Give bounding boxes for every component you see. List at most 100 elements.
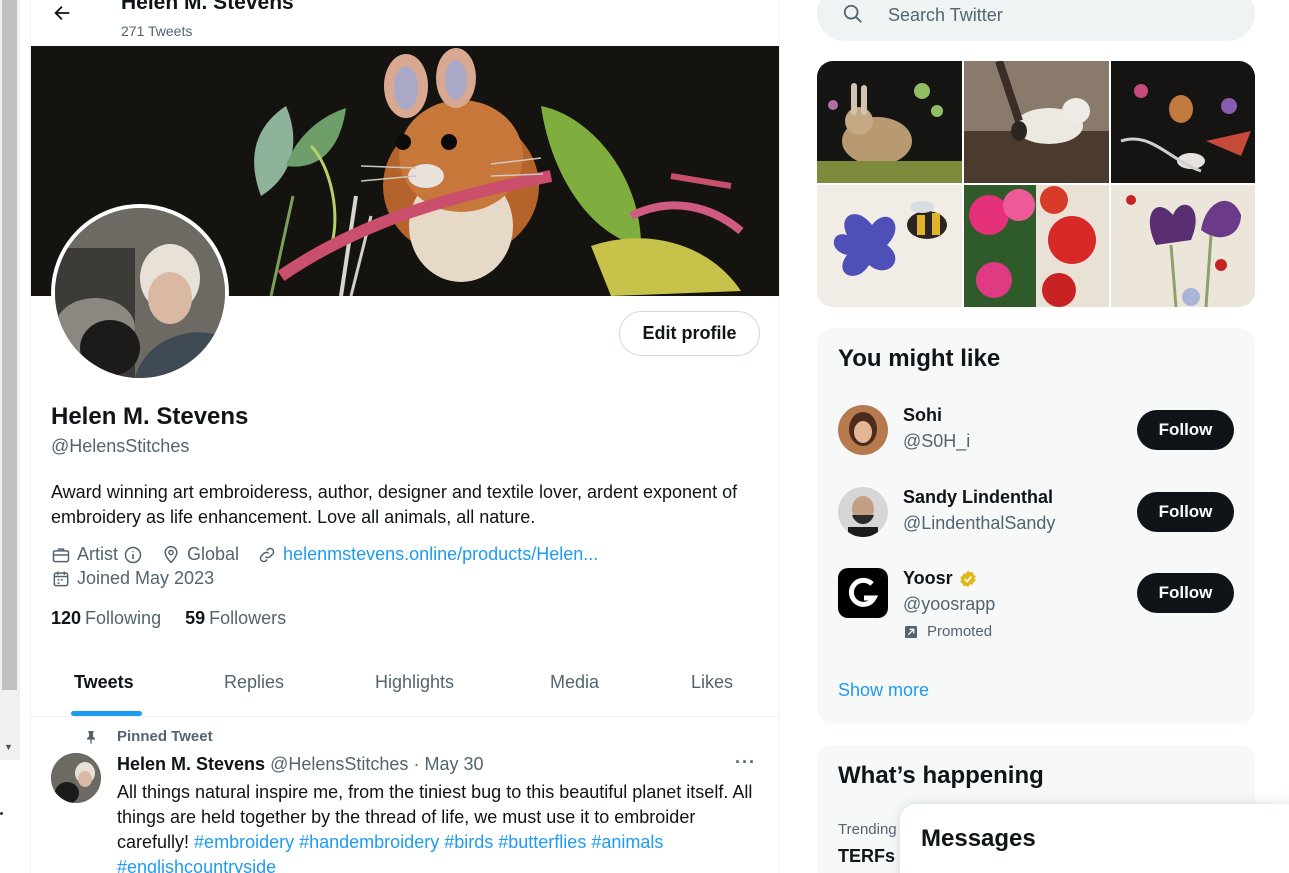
profile-meta-row: Artist Global helenmstevens.online/produ… — [51, 544, 616, 565]
suggested-account[interactable]: Yoosr @yoosrapp Follow Promoted — [817, 568, 1255, 658]
avatar[interactable] — [838, 568, 888, 618]
search-bar[interactable]: Search Twitter — [817, 0, 1255, 41]
sandy-avatar-image — [838, 487, 888, 537]
tweet-avatar-photo — [51, 753, 101, 803]
tab-tweets[interactable]: Tweets — [74, 672, 134, 693]
edge-dot — [0, 812, 3, 815]
tweet-date[interactable]: May 30 — [424, 754, 483, 774]
messages-title: Messages — [921, 825, 1036, 852]
profile-location: Global — [161, 544, 239, 565]
tweet-author-handle[interactable]: @HelensStitches — [270, 754, 408, 774]
hashtag-link[interactable]: #birds — [444, 832, 493, 852]
following-link[interactable]: 120 Following — [51, 608, 161, 629]
profile-column: Helen M. Stevens 271 Tweets Edit profile… — [30, 0, 780, 873]
pin-icon — [87, 730, 95, 744]
media-thumbnail[interactable] — [817, 185, 962, 307]
hashtag-link[interactable]: #englishcountryside — [117, 857, 276, 873]
profile-website[interactable]: helenmstevens.online/products/Helen... — [257, 544, 598, 565]
promoted-label: Promoted — [927, 623, 993, 640]
tab-likes[interactable]: Likes — [691, 672, 733, 693]
search-input[interactable]: Search Twitter — [888, 5, 1003, 26]
edit-profile-button[interactable]: Edit profile — [619, 311, 760, 356]
tab-highlights[interactable]: Highlights — [375, 672, 454, 693]
pinned-label: Pinned Tweet — [117, 728, 213, 745]
avatar-photo — [55, 208, 225, 378]
follow-button[interactable]: Follow — [1137, 573, 1234, 613]
trend-item[interactable]: TERFs — [838, 846, 895, 867]
suggested-handle: @yoosrapp — [903, 594, 996, 614]
hashtag-link[interactable]: #handembroidery — [299, 832, 439, 852]
follow-button[interactable]: Follow — [1137, 492, 1234, 532]
tab-media[interactable]: Media — [550, 672, 599, 693]
following-label: Following — [85, 608, 162, 628]
suggested-name[interactable]: Yoosr — [903, 568, 978, 589]
suggested-account[interactable]: Sohi @S0H_i Follow — [817, 405, 1255, 475]
followers-link[interactable]: 59 Followers — [185, 608, 286, 629]
back-arrow-icon — [54, 5, 70, 21]
followers-label: Followers — [209, 608, 287, 628]
avatar[interactable] — [838, 487, 888, 537]
follow-button[interactable]: Follow — [1137, 410, 1234, 450]
rabbit-embroidery-thumbnail — [817, 61, 962, 183]
browser-scrollbar[interactable]: ▼ — [0, 0, 20, 760]
trend-context: Trending — [838, 821, 897, 838]
location-pin-icon — [164, 545, 178, 564]
avatar[interactable] — [838, 405, 888, 455]
messages-drawer[interactable]: Messages — [900, 804, 1289, 873]
website-link[interactable]: helenmstevens.online/products/Helen... — [283, 544, 598, 565]
bee-flower-embroidery-thumbnail — [817, 185, 962, 307]
hashtag-link[interactable]: #animals — [591, 832, 663, 852]
calendar-icon — [53, 571, 69, 586]
tweet-more-icon[interactable]: ··· — [735, 752, 756, 773]
sohi-avatar-image — [838, 405, 888, 455]
media-thumbnail[interactable] — [1111, 61, 1255, 183]
following-count: 120 — [51, 608, 82, 628]
tweet-count: 271 Tweets — [121, 23, 193, 39]
promoted-icon — [905, 625, 917, 638]
show-more-link[interactable]: Show more — [838, 680, 929, 701]
tweet-separator: · — [413, 754, 420, 774]
suggested-name-text: Yoosr — [903, 568, 953, 588]
media-thumbnail[interactable] — [817, 61, 962, 183]
suggested-account[interactable]: Sandy Lindenthal @LindenthalSandy Follow — [817, 487, 1255, 557]
who-to-follow-title: You might like — [838, 345, 1001, 372]
poppies-embroidery-thumbnail — [964, 185, 1109, 307]
verified-badge-icon — [959, 570, 976, 587]
back-button[interactable] — [51, 2, 79, 26]
briefcase-icon — [52, 547, 70, 562]
suggested-name[interactable]: Sandy Lindenthal — [903, 487, 1053, 508]
media-thumbnail[interactable] — [964, 185, 1109, 307]
media-thumbnail[interactable] — [1111, 185, 1255, 307]
mouse-flowers-embroidery-thumbnail — [1111, 61, 1255, 183]
location-text: Global — [187, 544, 240, 564]
hashtag-link[interactable]: #embroidery — [194, 832, 294, 852]
profile-name: Helen M. Stevens — [51, 403, 249, 430]
suggested-handle: @S0H_i — [903, 431, 971, 451]
cat-photo-thumbnail — [964, 61, 1109, 183]
pinned-indicator: Pinned Tweet — [83, 728, 213, 745]
profile-avatar[interactable] — [51, 204, 229, 382]
suggested-name[interactable]: Sohi — [903, 405, 942, 426]
promoted-indicator: Promoted — [903, 623, 992, 640]
follow-counts: 120 Following 59 Followers — [51, 608, 310, 629]
profile-joined: Joined May 2023 — [51, 568, 214, 589]
tab-replies[interactable]: Replies — [224, 672, 284, 693]
tweet-author-name[interactable]: Helen M. Stevens — [117, 754, 265, 774]
profile-category: Artist — [51, 544, 143, 565]
scrollbar-thumb[interactable] — [2, 0, 17, 690]
media-thumbnail[interactable] — [964, 61, 1109, 183]
hashtag-link[interactable]: #butterflies — [498, 832, 586, 852]
profile-joined-row: Joined May 2023 — [51, 568, 232, 589]
link-icon — [259, 547, 275, 562]
yoosr-logo-icon — [838, 568, 888, 618]
tweet-author-avatar[interactable] — [51, 753, 101, 803]
pasqueflower-embroidery-thumbnail — [1111, 185, 1255, 307]
active-tab-indicator — [71, 711, 142, 716]
who-to-follow-panel: You might like Sohi @S0H_i Follow Sandy … — [817, 328, 1255, 724]
whats-happening-title: What’s happening — [838, 762, 1044, 789]
joined-text: Joined May 2023 — [77, 568, 215, 588]
info-icon[interactable] — [123, 545, 143, 565]
scroll-down-arrow-icon[interactable]: ▼ — [4, 742, 13, 752]
profile-media-grid — [817, 61, 1255, 307]
tweet-header: Helen M. Stevens @HelensStitches · May 3… — [117, 754, 483, 775]
